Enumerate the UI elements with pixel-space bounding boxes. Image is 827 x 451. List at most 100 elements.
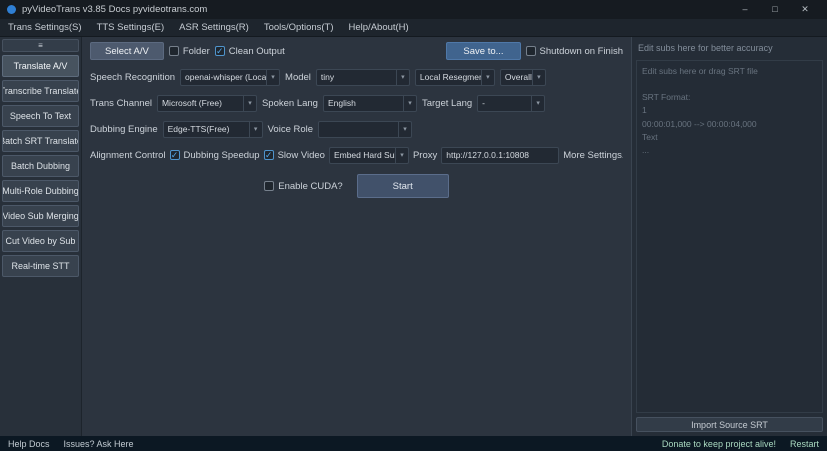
embed-subs-select[interactable]: Embed Hard Subs xyxy=(329,147,409,164)
chevron-down-icon xyxy=(396,70,409,85)
editor-line: Edit subs here or drag SRT file xyxy=(642,65,817,78)
chevron-down-icon xyxy=(249,122,262,137)
app-icon xyxy=(7,5,16,14)
maximize-icon[interactable]: □ xyxy=(760,0,790,19)
sidebar-item-batch-srt-translate[interactable]: Batch SRT Translate xyxy=(2,130,79,152)
subtitle-panel-header: Edit subs here for better accuracy xyxy=(636,41,823,60)
sidebar-item-video-sub-merging[interactable]: Video Sub Merging xyxy=(2,205,79,227)
shutdown-checkbox[interactable]: Shutdown on Finish xyxy=(526,46,623,57)
clean-output-checkbox-box[interactable] xyxy=(215,46,225,56)
resegment-select[interactable]: Local Resegment xyxy=(415,69,495,86)
window-controls: – □ ✕ xyxy=(730,0,820,19)
dubbing-row: Dubbing Engine Edge-TTS(Free) Voice Role xyxy=(90,120,623,138)
model-select[interactable]: tiny xyxy=(316,69,410,86)
slow-video-checkbox[interactable]: Slow Video xyxy=(264,150,325,161)
menu-tools-options[interactable]: Tools/Options(T) xyxy=(264,22,334,33)
editor-line: Text xyxy=(642,131,817,144)
overall-value: Overall Re xyxy=(501,72,532,82)
sidebar-item-speech-to-text[interactable]: Speech To Text xyxy=(2,105,79,127)
speech-recognition-value: openai-whisper (Local) xyxy=(181,72,266,82)
dubbing-engine-select[interactable]: Edge-TTS(Free) xyxy=(163,121,263,138)
target-lang-select[interactable]: - xyxy=(477,95,545,112)
editor-line: ... xyxy=(642,144,817,157)
clean-output-checkbox-label: Clean Output xyxy=(229,46,285,57)
shutdown-checkbox-label: Shutdown on Finish xyxy=(540,46,623,57)
clean-output-checkbox[interactable]: Clean Output xyxy=(215,46,285,57)
recognition-row: Speech Recognition openai-whisper (Local… xyxy=(90,68,623,86)
enable-cuda-checkbox-box[interactable] xyxy=(264,181,274,191)
resegment-value: Local Resegment xyxy=(416,72,481,82)
dubbing-engine-label: Dubbing Engine xyxy=(90,124,158,135)
speech-recognition-label: Speech Recognition xyxy=(90,72,175,83)
overall-select[interactable]: Overall Re xyxy=(500,69,546,86)
sidebar-item-multi-role-dubbing[interactable]: Multi-Role Dubbing xyxy=(2,180,79,202)
chevron-down-icon xyxy=(243,96,256,111)
select-av-button[interactable]: Select A/V xyxy=(90,42,164,60)
model-label: Model xyxy=(285,72,311,83)
chevron-down-icon xyxy=(398,122,411,137)
proxy-label: Proxy xyxy=(413,150,437,161)
dubbing-engine-value: Edge-TTS(Free) xyxy=(164,124,249,134)
chevron-down-icon xyxy=(481,70,494,85)
minimize-icon[interactable]: – xyxy=(730,0,760,19)
sidebar-item-realtime-stt[interactable]: Real-time STT xyxy=(2,255,79,277)
title-bar: pyVideoTrans v3.85 Docs pyvideotrans.com… xyxy=(0,0,827,19)
editor-line: SRT Format: xyxy=(642,91,817,104)
sidebar: ≡ Translate A/V Transcribe Translate Spe… xyxy=(0,37,82,436)
slow-video-checkbox-box[interactable] xyxy=(264,150,274,160)
body-area: ≡ Translate A/V Transcribe Translate Spe… xyxy=(0,37,827,436)
shutdown-checkbox-box[interactable] xyxy=(526,46,536,56)
status-left: Help Docs Issues? Ask Here xyxy=(8,439,134,449)
trans-channel-select[interactable]: Microsoft (Free) xyxy=(157,95,257,112)
issues-ask-here-link[interactable]: Issues? Ask Here xyxy=(64,439,134,449)
spoken-lang-select[interactable]: English xyxy=(323,95,417,112)
menu-help-about[interactable]: Help/About(H) xyxy=(349,22,409,33)
subtitle-panel: Edit subs here for better accuracy Edit … xyxy=(631,37,827,436)
speech-recognition-select[interactable]: openai-whisper (Local) xyxy=(180,69,280,86)
editor-line: 1 xyxy=(642,104,817,117)
voice-role-select[interactable] xyxy=(318,121,412,138)
slow-video-checkbox-label: Slow Video xyxy=(278,150,325,161)
menu-tts-settings[interactable]: TTS Settings(E) xyxy=(97,22,165,33)
folder-checkbox-box[interactable] xyxy=(169,46,179,56)
proxy-input[interactable] xyxy=(441,147,559,164)
alignment-control-label: Alignment Control xyxy=(90,150,166,161)
dubbing-speedup-checkbox-label: Dubbing Speedup xyxy=(184,150,260,161)
sidebar-item-cut-video-by-sub[interactable]: Cut Video by Sub xyxy=(2,230,79,252)
model-value: tiny xyxy=(317,72,396,82)
subtitle-editor[interactable]: Edit subs here or drag SRT file SRT Form… xyxy=(636,60,823,413)
sidebar-item-translate-av[interactable]: Translate A/V xyxy=(2,55,79,77)
translate-row: Trans Channel Microsoft (Free) Spoken La… xyxy=(90,94,623,112)
more-settings-link[interactable]: More Settings... xyxy=(563,150,623,161)
status-bar: Help Docs Issues? Ask Here Donate to kee… xyxy=(0,436,827,451)
file-row: Select A/V Folder Clean Output Save to..… xyxy=(90,42,623,60)
restart-link[interactable]: Restart xyxy=(790,439,819,449)
menu-trans-settings[interactable]: Trans Settings(S) xyxy=(8,22,82,33)
folder-checkbox[interactable]: Folder xyxy=(169,46,210,57)
dubbing-speedup-checkbox[interactable]: Dubbing Speedup xyxy=(170,150,260,161)
start-button[interactable]: Start xyxy=(357,174,449,198)
spoken-lang-label: Spoken Lang xyxy=(262,98,318,109)
close-icon[interactable]: ✕ xyxy=(790,0,820,19)
embed-subs-value: Embed Hard Subs xyxy=(330,150,395,160)
sidebar-item-transcribe-translate[interactable]: Transcribe Translate xyxy=(2,80,79,102)
sidebar-collapse-icon[interactable]: ≡ xyxy=(2,39,79,52)
target-lang-label: Target Lang xyxy=(422,98,472,109)
menu-asr-settings[interactable]: ASR Settings(R) xyxy=(179,22,249,33)
import-source-srt-button[interactable]: Import Source SRT xyxy=(636,417,823,432)
enable-cuda-checkbox-label: Enable CUDA? xyxy=(278,181,342,192)
chevron-down-icon xyxy=(531,96,544,111)
save-to-button[interactable]: Save to... xyxy=(446,42,520,60)
sidebar-item-batch-dubbing[interactable]: Batch Dubbing xyxy=(2,155,79,177)
enable-cuda-checkbox[interactable]: Enable CUDA? xyxy=(264,181,342,192)
trans-channel-value: Microsoft (Free) xyxy=(158,98,243,108)
donate-link[interactable]: Donate to keep project alive! xyxy=(662,439,776,449)
folder-checkbox-label: Folder xyxy=(183,46,210,57)
menu-bar: Trans Settings(S) TTS Settings(E) ASR Se… xyxy=(0,19,827,37)
dubbing-speedup-checkbox-box[interactable] xyxy=(170,150,180,160)
help-docs-link[interactable]: Help Docs xyxy=(8,439,50,449)
alignment-row: Alignment Control Dubbing Speedup Slow V… xyxy=(90,146,623,164)
chevron-down-icon xyxy=(395,148,408,163)
chevron-down-icon xyxy=(266,70,279,85)
app-window: pyVideoTrans v3.85 Docs pyvideotrans.com… xyxy=(0,0,827,451)
